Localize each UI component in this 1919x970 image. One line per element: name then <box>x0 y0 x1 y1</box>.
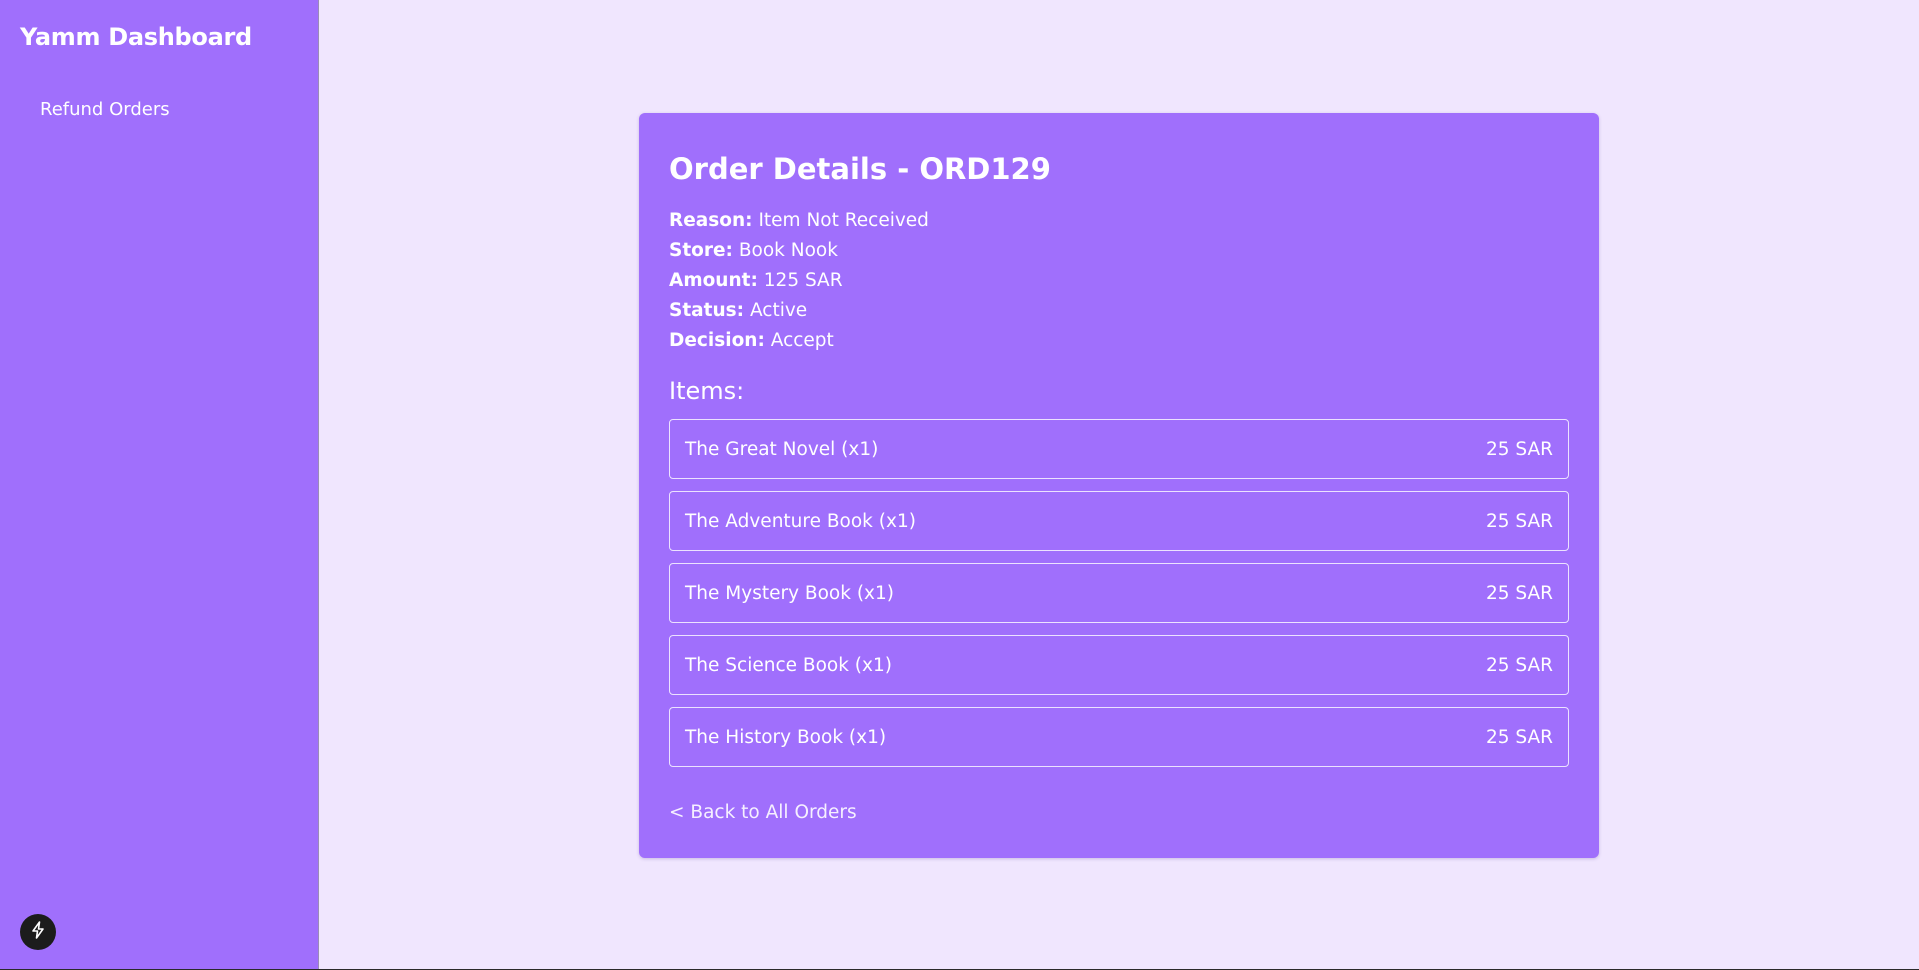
detail-value: Active <box>749 300 808 321</box>
detail-value: Book Nook <box>738 240 838 261</box>
sidebar-item-refund-orders[interactable]: Refund Orders <box>40 99 170 120</box>
item-price: 25 SAR <box>1485 726 1553 748</box>
detail-decision: Decision: Accept <box>669 326 1569 356</box>
detail-value: Item Not Received <box>758 210 929 231</box>
main-content: Order Details - ORD129 Reason: Item Not … <box>319 0 1919 969</box>
item-price: 25 SAR <box>1485 438 1553 460</box>
app-title: Yamm Dashboard <box>20 23 252 51</box>
detail-label: Store: <box>669 240 733 261</box>
sidebar: Yamm Dashboard Refund Orders <box>0 0 319 969</box>
detail-label: Status: <box>669 300 745 321</box>
list-item: The Science Book (x1) 25 SAR <box>669 635 1569 695</box>
order-details-list: Reason: Item Not Received Store: Book No… <box>669 206 1569 356</box>
order-details-card: Order Details - ORD129 Reason: Item Not … <box>639 113 1599 858</box>
list-item: The History Book (x1) 25 SAR <box>669 707 1569 767</box>
item-name: The History Book (x1) <box>685 726 887 748</box>
detail-label: Reason: <box>669 210 753 231</box>
item-price: 25 SAR <box>1485 582 1553 604</box>
item-price: 25 SAR <box>1485 510 1553 532</box>
back-to-orders-link[interactable]: < Back to All Orders <box>669 802 857 823</box>
list-item: The Mystery Book (x1) 25 SAR <box>669 563 1569 623</box>
detail-label: Amount: <box>669 270 758 291</box>
page-title: Order Details - ORD129 <box>669 152 1051 186</box>
items-list: The Great Novel (x1) 25 SAR The Adventur… <box>669 419 1569 767</box>
detail-label: Decision: <box>669 330 765 351</box>
detail-amount: Amount: 125 SAR <box>669 266 1569 296</box>
detail-value: 125 SAR <box>763 270 843 291</box>
app-root: Yamm Dashboard Refund Orders Order Detai… <box>0 0 1919 970</box>
list-item: The Great Novel (x1) 25 SAR <box>669 419 1569 479</box>
list-item: The Adventure Book (x1) 25 SAR <box>669 491 1569 551</box>
lightning-bolt-button[interactable] <box>20 914 56 950</box>
items-heading: Items: <box>669 377 745 405</box>
item-name: The Adventure Book (x1) <box>685 510 916 532</box>
detail-value: Accept <box>770 330 834 351</box>
lightning-bolt-icon <box>30 921 46 943</box>
detail-status: Status: Active <box>669 296 1569 326</box>
item-name: The Great Novel (x1) <box>685 438 879 460</box>
detail-reason: Reason: Item Not Received <box>669 206 1569 236</box>
item-price: 25 SAR <box>1485 654 1553 676</box>
item-name: The Mystery Book (x1) <box>685 582 894 604</box>
item-name: The Science Book (x1) <box>685 654 892 676</box>
detail-store: Store: Book Nook <box>669 236 1569 266</box>
